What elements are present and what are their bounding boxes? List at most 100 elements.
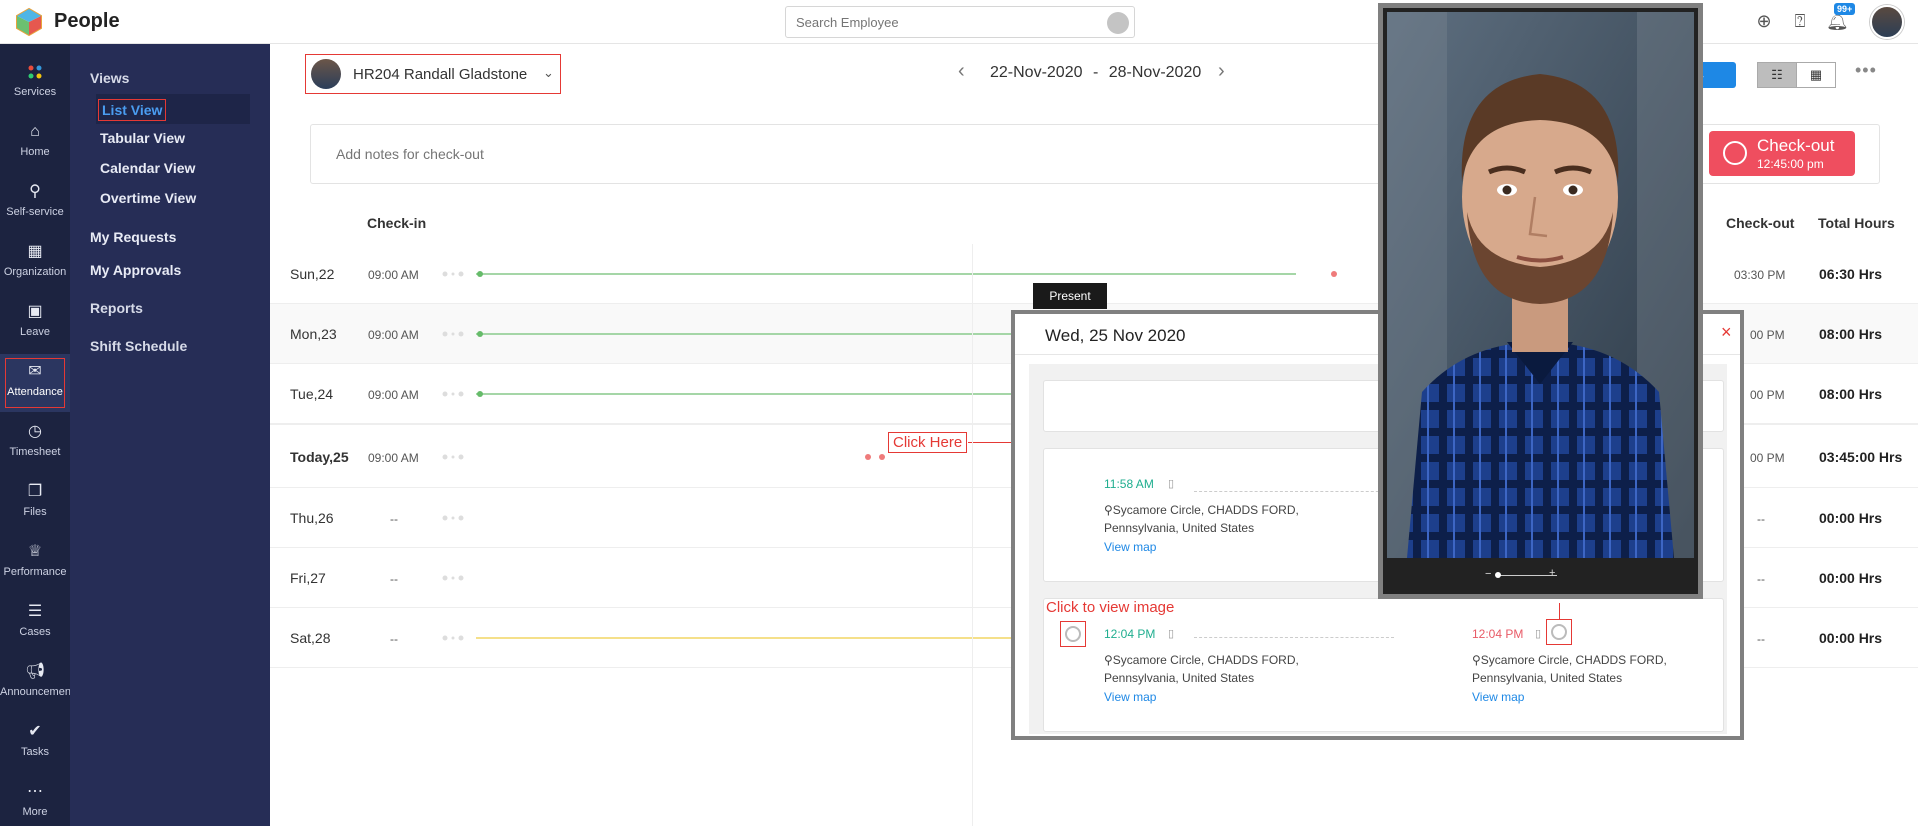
checkin-photo-icon[interactable] — [1060, 621, 1086, 647]
submenu-tabular-view[interactable]: Tabular View — [100, 130, 185, 146]
nav-home[interactable]: ⌂ Home — [0, 114, 70, 172]
nav-cases[interactable]: ☰ Cases — [0, 594, 70, 652]
submenu-my-approvals[interactable]: My Approvals — [90, 262, 181, 278]
location-pin-icon: ⚲ — [1472, 653, 1481, 667]
annotation-highlight — [5, 358, 65, 408]
add-icon[interactable]: ⊕ — [1753, 10, 1775, 32]
date-separator: - — [1092, 64, 1099, 81]
timeline-dots — [442, 271, 464, 277]
list-toggle-icon[interactable]: ☷ — [1757, 62, 1797, 88]
nav-timesheet[interactable]: ◷ Timesheet — [0, 414, 70, 472]
row-checkin: -- — [390, 512, 398, 526]
entry-address: ⚲Sycamore Circle, CHADDS FORD, Pennsylva… — [1104, 653, 1299, 685]
entry-address: ⚲Sycamore Circle, CHADDS FORD, Pennsylva… — [1104, 503, 1299, 535]
mobile-icon: ▯ — [1168, 478, 1175, 490]
employee-photo[interactable] — [1387, 12, 1694, 558]
entry-time: 12:04 PM — [1104, 627, 1156, 641]
row-day: Today,25 — [290, 449, 349, 465]
submenu-calendar-view[interactable]: Calendar View — [100, 160, 195, 176]
submenu-reports[interactable]: Reports — [90, 300, 143, 316]
search-icon[interactable] — [1107, 12, 1129, 34]
checkout-button[interactable]: Check-out 12:45:00 pm — [1709, 131, 1855, 176]
timeline-dots — [442, 635, 464, 641]
user-icon: ⚲ — [29, 183, 41, 200]
timeline-dots — [442, 575, 464, 581]
nav-more[interactable]: ⋯ More — [0, 774, 70, 832]
user-avatar[interactable] — [1870, 5, 1904, 39]
row-day: Sun,22 — [290, 266, 335, 282]
next-week-icon[interactable]: › — [1218, 60, 1225, 83]
cases-icon: ☰ — [27, 603, 43, 620]
row-day: Fri,27 — [290, 570, 326, 586]
timeline-bar — [476, 393, 1016, 395]
stopwatch-icon — [1723, 141, 1747, 165]
notes-input[interactable] — [311, 125, 1111, 183]
help-icon[interactable]: ⍰ — [1789, 10, 1811, 32]
calendar-toggle-icon[interactable]: ▦ — [1796, 62, 1836, 88]
zoom-slider-handle[interactable] — [1495, 572, 1501, 578]
submenu-overtime-view[interactable]: Overtime View — [100, 190, 196, 206]
annotation-connector — [968, 442, 1012, 443]
row-checkout: 00 PM — [1750, 328, 1785, 342]
nav-leave[interactable]: ▣ Leave — [0, 294, 70, 352]
nav-organization[interactable]: ▦ Organization — [0, 234, 70, 292]
row-checkin: 09:00 AM — [368, 328, 419, 342]
notification-badge: 99+ — [1834, 3, 1856, 15]
prev-week-icon[interactable]: ‹ — [958, 60, 965, 83]
row-hours: 08:00 Hrs — [1819, 386, 1883, 402]
view-map-link[interactable]: View map — [1104, 690, 1156, 704]
nav-performance[interactable]: ♕ Performance — [0, 534, 70, 592]
entry-connector — [1194, 491, 1394, 492]
timeline-bar — [476, 273, 1296, 275]
main-navigation-rail: Services ⌂ Home ⚲ Self-service ▦ Organiz… — [0, 44, 70, 826]
timeline-dot — [879, 454, 885, 460]
search-input[interactable] — [786, 7, 1086, 37]
view-map-link[interactable]: View map — [1472, 690, 1524, 704]
close-icon[interactable]: × — [1721, 322, 1732, 343]
row-hours: 08:00 Hrs — [1819, 326, 1883, 342]
checkout-time: 12:45:00 pm — [1757, 157, 1824, 171]
zoom-slider[interactable] — [1497, 575, 1557, 576]
entry-card: Click to view image 12:04 PM ▯ ⚲Sycamore… — [1043, 598, 1724, 732]
current-time-guide — [972, 244, 973, 826]
row-checkout: 00 PM — [1750, 388, 1785, 402]
clock-icon: ◷ — [28, 423, 42, 440]
app-logo-icon[interactable] — [14, 7, 44, 37]
employee-selector[interactable]: HR204 Randall Gladstone ⌄ — [305, 54, 561, 94]
app-title[interactable]: People — [54, 10, 120, 33]
zoom-out-icon[interactable]: − — [1485, 568, 1491, 580]
submenu-my-requests[interactable]: My Requests — [90, 229, 176, 245]
nav-attendance[interactable]: ✉ Attendance — [0, 354, 70, 412]
checkin-header: Check-in — [367, 215, 427, 231]
row-day: Thu,26 — [290, 510, 334, 526]
services-icon — [25, 62, 45, 82]
nav-self-service[interactable]: ⚲ Self-service — [0, 174, 70, 232]
view-map-link[interactable]: View map — [1104, 540, 1156, 554]
row-checkout: -- — [1757, 572, 1765, 586]
date-end: 28-Nov-2020 — [1108, 64, 1202, 81]
click-to-view-annotation: Click to view image — [1046, 599, 1175, 616]
chevron-down-icon: ⌄ — [543, 65, 554, 80]
search-box — [785, 6, 1135, 38]
row-day: Sat,28 — [290, 630, 331, 646]
submenu-shift-schedule[interactable]: Shift Schedule — [90, 338, 187, 354]
checkout-header: Check-out — [1726, 215, 1795, 231]
nav-announcement[interactable]: 📢︎ Announcement — [0, 654, 70, 712]
entry-address: ⚲Sycamore Circle, CHADDS FORD, Pennsylva… — [1472, 653, 1667, 685]
timeline-start-dot — [477, 271, 483, 277]
nav-files[interactable]: ❐ Files — [0, 474, 70, 532]
checkout-photo-icon[interactable] — [1546, 619, 1572, 645]
click-here-annotation: Click Here — [888, 432, 968, 453]
submenu-list-view[interactable]: List View — [98, 99, 167, 121]
row-checkin: -- — [390, 572, 398, 586]
entry-time: 12:04 PM — [1472, 627, 1524, 641]
timeline-dots — [442, 331, 464, 337]
nav-tasks[interactable]: ✔ Tasks — [0, 714, 70, 772]
row-hours: 00:00 Hrs — [1819, 570, 1883, 586]
nav-services[interactable]: Services — [0, 54, 70, 112]
more-options-icon[interactable]: ••• — [1855, 60, 1877, 81]
zoom-in-icon[interactable]: + — [1549, 567, 1555, 579]
annotation-connector — [1559, 603, 1560, 619]
present-tag: Present — [1033, 283, 1107, 309]
row-checkin: 09:00 AM — [368, 268, 419, 282]
